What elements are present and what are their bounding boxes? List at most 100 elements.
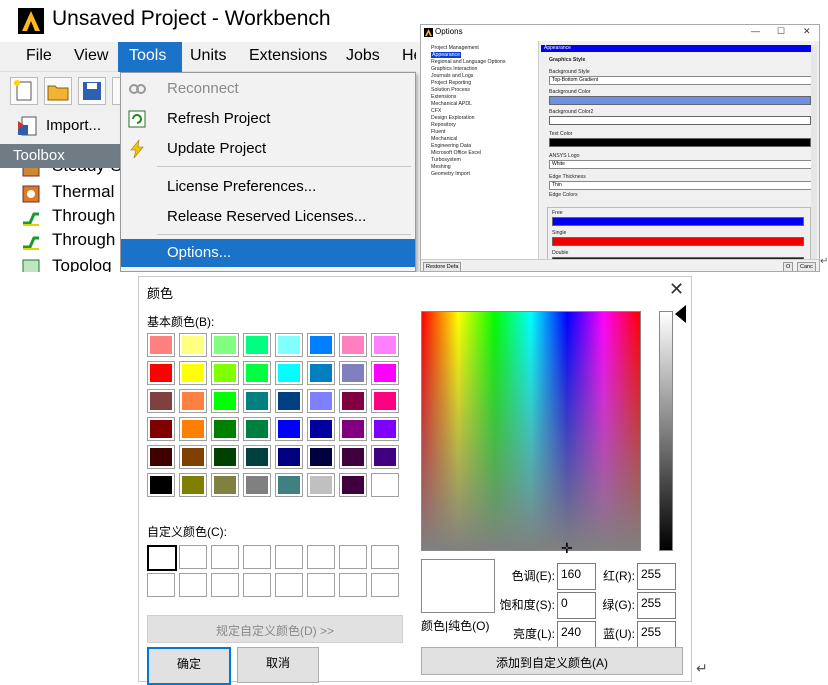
menu-item-options[interactable]: Options... — [121, 239, 415, 267]
tree-item-repository[interactable]: Repository — [431, 122, 456, 128]
tree-item-regional[interactable]: Regional and Language Options — [431, 59, 505, 65]
basic-color-swatch[interactable] — [211, 417, 239, 441]
add-to-custom-colors-button[interactable]: 添加到自定义颜色(A) — [421, 647, 683, 675]
custom-color-slot[interactable] — [147, 545, 177, 571]
ok-button[interactable]: O — [783, 262, 794, 271]
tree-item-reporting[interactable]: Project Reporting — [431, 80, 471, 86]
options-scrollbar[interactable] — [811, 45, 817, 259]
tree-item-turbosystem[interactable]: Turbosystem — [431, 157, 461, 163]
custom-color-slot[interactable] — [243, 545, 271, 569]
basic-color-swatch[interactable] — [243, 473, 271, 497]
tree-item-apdl[interactable]: Mechanical APDL — [431, 101, 472, 107]
save-icon[interactable] — [78, 77, 106, 105]
new-project-icon[interactable] — [10, 77, 38, 105]
basic-color-swatch[interactable] — [179, 333, 207, 357]
tree-item-engineering-data[interactable]: Engineering Data — [431, 143, 471, 149]
ansys-logo-select[interactable]: White — [549, 160, 813, 169]
basic-color-swatch[interactable] — [339, 417, 367, 441]
menu-item-update-project[interactable]: Update Project — [121, 135, 415, 163]
custom-color-slot[interactable] — [307, 573, 335, 597]
basic-color-swatch[interactable] — [179, 473, 207, 497]
basic-color-swatch[interactable] — [147, 389, 175, 413]
menu-units[interactable]: Units — [190, 47, 226, 65]
restore-defaults-button[interactable]: Restore Defa — [423, 262, 462, 271]
import-button[interactable]: Import... — [46, 117, 101, 134]
basic-color-swatch[interactable] — [307, 417, 335, 441]
basic-color-swatch[interactable] — [211, 333, 239, 357]
tree-item-fluent[interactable]: Fluent — [431, 129, 445, 135]
basic-color-swatch[interactable] — [307, 473, 335, 497]
basic-color-swatch[interactable] — [339, 445, 367, 469]
crosshair-icon[interactable]: ✛ — [561, 541, 573, 555]
maximize-icon[interactable]: ☐ — [777, 26, 785, 37]
menu-item-refresh-project[interactable]: Refresh Project — [121, 105, 415, 133]
basic-color-swatch[interactable] — [179, 361, 207, 385]
basic-color-swatch[interactable] — [307, 333, 335, 357]
tree-item-excel[interactable]: Microsoft Office Excel — [431, 150, 481, 156]
basic-color-swatch[interactable] — [275, 445, 303, 469]
tree-item-geometry-import[interactable]: Geometry Import — [431, 171, 470, 177]
custom-color-slot[interactable] — [275, 545, 303, 569]
menu-item-reconnect[interactable]: Reconnect — [121, 75, 415, 103]
basic-color-swatch[interactable] — [211, 361, 239, 385]
basic-color-swatch[interactable] — [243, 417, 271, 441]
basic-color-swatch[interactable] — [307, 445, 335, 469]
menu-view[interactable]: View — [74, 47, 108, 65]
custom-color-slot[interactable] — [275, 573, 303, 597]
tree-item-cfx[interactable]: CFX — [431, 108, 441, 114]
tree-item-extensions[interactable]: Extensions — [431, 94, 456, 100]
basic-color-swatch[interactable] — [371, 473, 399, 497]
basic-color-swatch[interactable] — [243, 389, 271, 413]
basic-color-swatch[interactable] — [179, 389, 207, 413]
custom-color-slot[interactable] — [211, 545, 239, 569]
basic-color-swatch[interactable] — [371, 333, 399, 357]
tree-item-journals[interactable]: Journals and Logs — [431, 73, 473, 79]
bg-color2-swatch[interactable] — [549, 116, 811, 125]
menu-item-release-licenses[interactable]: Release Reserved Licenses... — [121, 203, 415, 231]
define-custom-colors-button[interactable]: 规定自定义颜色(D) >> — [147, 615, 403, 643]
ok-button[interactable]: 确定 — [147, 647, 231, 685]
custom-color-slot[interactable] — [147, 573, 175, 597]
basic-color-swatch[interactable] — [275, 333, 303, 357]
open-folder-icon[interactable] — [44, 77, 72, 105]
basic-color-swatch[interactable] — [243, 333, 271, 357]
basic-color-swatch[interactable] — [275, 417, 303, 441]
tree-item-meshing[interactable]: Meshing — [431, 164, 451, 170]
custom-color-slot[interactable] — [339, 573, 367, 597]
luminance-input[interactable]: 240 — [557, 621, 596, 648]
close-icon[interactable]: ✕ — [669, 279, 684, 300]
bg-style-select[interactable]: Top-Bottom Gradient — [549, 76, 813, 85]
tree-item-solution[interactable]: Solution Process — [431, 87, 470, 93]
menu-item-license-preferences[interactable]: License Preferences... — [121, 173, 415, 201]
hue-input[interactable]: 160 — [557, 563, 596, 590]
basic-color-swatch[interactable] — [211, 445, 239, 469]
basic-color-swatch[interactable] — [371, 361, 399, 385]
cancel-button[interactable]: Canc — [797, 262, 816, 271]
custom-color-slot[interactable] — [339, 545, 367, 569]
blue-input[interactable]: 255 — [637, 621, 676, 648]
basic-color-swatch[interactable] — [339, 333, 367, 357]
menu-jobs[interactable]: Jobs — [346, 47, 380, 65]
tree-item-mechanical[interactable]: Mechanical — [431, 136, 457, 142]
menu-tools[interactable]: Tools — [118, 42, 182, 72]
custom-color-slot[interactable] — [179, 545, 207, 569]
basic-color-swatch[interactable] — [211, 473, 239, 497]
basic-color-swatch[interactable] — [307, 389, 335, 413]
bg-color-swatch[interactable] — [549, 96, 811, 105]
basic-color-swatch[interactable] — [147, 333, 175, 357]
tree-item-graphics[interactable]: Graphics Interaction — [431, 66, 477, 72]
custom-color-slot[interactable] — [371, 545, 399, 569]
basic-color-swatch[interactable] — [211, 389, 239, 413]
tree-item-appearance[interactable]: Appearance — [431, 52, 461, 58]
basic-color-swatch[interactable] — [307, 361, 335, 385]
saturation-input[interactable]: 0 — [557, 592, 596, 619]
custom-color-slot[interactable] — [307, 545, 335, 569]
close-icon[interactable]: ✕ — [803, 26, 811, 37]
basic-color-swatch[interactable] — [339, 361, 367, 385]
basic-color-swatch[interactable] — [147, 473, 175, 497]
toolbox-item-topology[interactable]: Topolog — [22, 256, 120, 272]
cancel-button[interactable]: 取消 — [237, 647, 319, 683]
basic-color-swatch[interactable] — [275, 473, 303, 497]
red-input[interactable]: 255 — [637, 563, 676, 590]
basic-color-swatch[interactable] — [179, 417, 207, 441]
